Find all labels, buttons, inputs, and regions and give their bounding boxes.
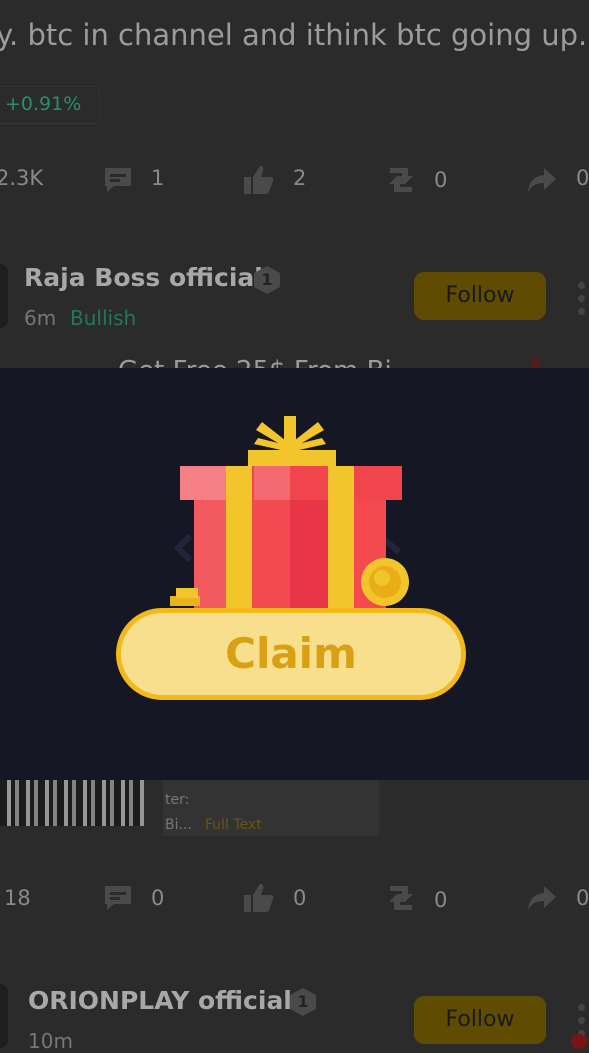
comment-icon[interactable] — [102, 882, 134, 914]
follow-button[interactable]: Follow — [414, 996, 546, 1044]
share-count: 0 — [576, 886, 589, 910]
qr-code-image — [0, 780, 144, 826]
comment-icon[interactable] — [102, 164, 134, 196]
like-count: 0 — [293, 886, 307, 910]
share-icon[interactable] — [526, 882, 558, 914]
repost-icon[interactable] — [384, 164, 418, 196]
author-name[interactable]: ORIONPLAY official — [28, 986, 292, 1015]
thumbs-up-icon[interactable] — [242, 882, 276, 914]
card-line-1: ter: — [165, 792, 190, 808]
price-change-value: +0.91% — [5, 93, 82, 115]
post-stats-row: 18 0 0 0 0 — [0, 878, 589, 918]
post-time: 6m — [24, 306, 57, 330]
post-text-clipped[interactable]: Get Free 25$ From Bi — [0, 356, 589, 368]
card-line-2: Bi... — [165, 817, 192, 833]
claim-button[interactable]: Claim — [116, 608, 466, 700]
comment-count: 0 — [151, 886, 165, 910]
views-count: 2.3K — [0, 166, 44, 190]
post-stats-row: 2.3K 1 2 0 0 — [0, 160, 589, 200]
thumbs-up-icon[interactable] — [242, 164, 276, 196]
more-icon[interactable] — [578, 282, 586, 321]
gift-box-icon[interactable] — [160, 410, 430, 620]
repost-icon[interactable] — [384, 882, 418, 914]
share-count: 0 — [576, 166, 589, 190]
link-preview-card[interactable]: ter: Bi... Full Text — [163, 780, 379, 836]
repost-count: 0 — [434, 888, 448, 912]
rank-badge: 1 — [290, 988, 316, 1016]
post-text[interactable]: y. btc in channel and ithink btc going u… — [0, 18, 589, 52]
like-count: 2 — [293, 166, 307, 190]
follow-button[interactable]: Follow — [414, 272, 546, 320]
comment-count: 1 — [151, 166, 165, 190]
post-time: 10m — [28, 1029, 73, 1053]
heart-emoji-icon — [532, 358, 540, 368]
full-text-link[interactable]: Full Text — [205, 817, 262, 833]
views-count: 18 — [4, 886, 31, 910]
avatar[interactable] — [0, 984, 8, 1048]
repost-count: 0 — [434, 168, 448, 192]
avatar[interactable] — [0, 264, 8, 328]
price-change-chip[interactable]: +0.91% — [0, 86, 100, 124]
sentiment-tag[interactable]: Bullish — [70, 306, 136, 330]
share-icon[interactable] — [526, 164, 558, 196]
notification-dot — [571, 1034, 587, 1049]
author-name[interactable]: Raja Boss official — [24, 263, 263, 292]
